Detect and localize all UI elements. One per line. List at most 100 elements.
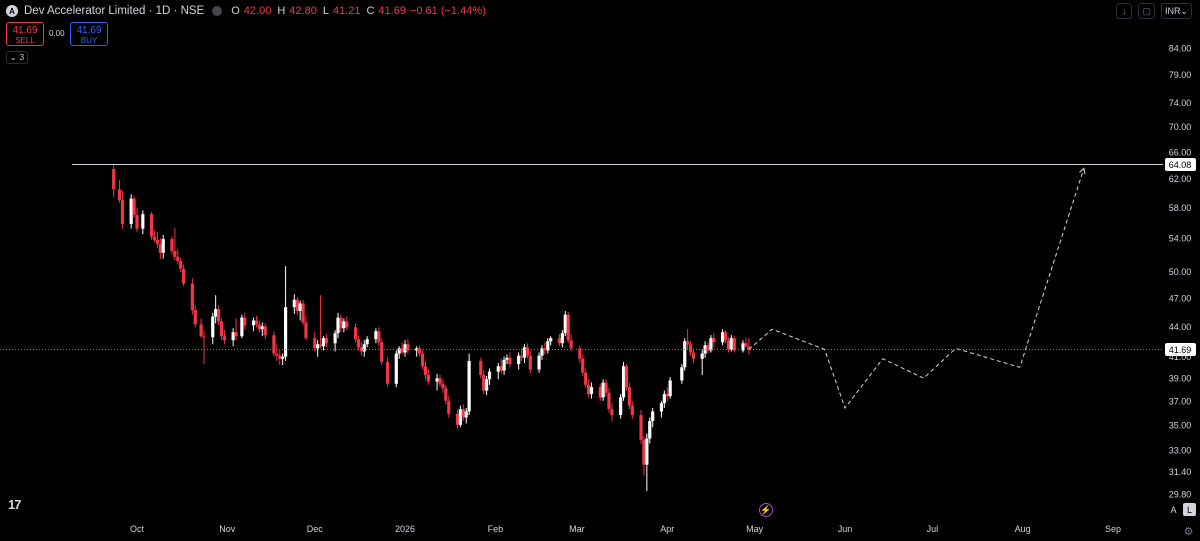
sell-label: SELL bbox=[15, 36, 35, 45]
candle bbox=[211, 312, 215, 345]
market-status-icon[interactable] bbox=[212, 6, 223, 16]
candle bbox=[496, 363, 500, 380]
candle-body bbox=[222, 336, 227, 341]
candle-body bbox=[723, 332, 728, 341]
candle-body bbox=[336, 317, 340, 334]
candle-body bbox=[112, 169, 116, 190]
screenshot-icon[interactable]: ▢ bbox=[1138, 3, 1155, 19]
candle-body bbox=[179, 261, 183, 269]
candle bbox=[741, 340, 745, 353]
candle bbox=[639, 410, 643, 444]
candle-body bbox=[581, 358, 585, 373]
candle bbox=[176, 249, 180, 265]
log-scale-button[interactable]: L bbox=[1183, 503, 1196, 516]
candle bbox=[283, 266, 288, 361]
candle bbox=[193, 305, 197, 328]
candle bbox=[627, 382, 631, 410]
candle-body bbox=[353, 327, 358, 340]
indicators-toggle[interactable]: ⌄ 3 bbox=[6, 51, 28, 64]
y-tick-label: 41.00 bbox=[1169, 352, 1192, 362]
candle bbox=[263, 323, 267, 340]
price-chart[interactable]: 64.0841.69 84.0079.0074.0070.0066.0062.0… bbox=[0, 0, 1200, 541]
candle bbox=[444, 384, 448, 405]
candle-body bbox=[214, 309, 218, 317]
candle bbox=[723, 330, 728, 344]
candle-body bbox=[642, 439, 646, 465]
candle-body bbox=[598, 387, 602, 398]
candle-body bbox=[458, 409, 462, 425]
candle-body bbox=[158, 243, 162, 253]
sell-price: 41.69 bbox=[12, 25, 38, 36]
x-tick-label: May bbox=[746, 524, 764, 534]
candle bbox=[336, 312, 340, 339]
candle-body bbox=[272, 335, 276, 354]
auto-scale-button[interactable]: A bbox=[1167, 503, 1180, 516]
candle-body bbox=[281, 356, 285, 359]
candle-body bbox=[313, 338, 317, 349]
candle-body bbox=[135, 214, 139, 229]
lightning-icon[interactable]: ⚡ bbox=[759, 503, 773, 517]
projection-line[interactable] bbox=[748, 168, 1085, 409]
candle-body bbox=[522, 347, 527, 358]
candle bbox=[199, 318, 203, 339]
x-tick-label: Jul bbox=[927, 524, 939, 534]
candle-body bbox=[560, 333, 564, 344]
candle-body bbox=[648, 421, 652, 439]
candle-body bbox=[193, 309, 197, 325]
y-tick-label: 54.00 bbox=[1169, 234, 1192, 244]
currency-selector[interactable]: INR ⌄ bbox=[1160, 3, 1192, 19]
x-tick-label: Feb bbox=[488, 524, 504, 534]
candle bbox=[254, 315, 259, 328]
settings-gear-icon[interactable]: ⚙ bbox=[1182, 525, 1195, 538]
x-tick-label: Aug bbox=[1015, 524, 1031, 534]
candle-body bbox=[528, 355, 532, 370]
candle bbox=[420, 350, 425, 370]
tradingview-logo-icon[interactable]: 17 bbox=[8, 497, 22, 512]
candle bbox=[356, 335, 361, 351]
candle-body bbox=[438, 378, 442, 384]
candle bbox=[485, 376, 489, 396]
candle bbox=[234, 318, 238, 341]
down-arrow-icon[interactable]: ↓ bbox=[1116, 3, 1133, 19]
y-tick-label: 50.00 bbox=[1169, 267, 1192, 277]
candle bbox=[415, 346, 419, 357]
candle bbox=[645, 433, 649, 492]
candle-body bbox=[400, 348, 404, 353]
candle bbox=[502, 356, 506, 375]
candle bbox=[601, 379, 605, 401]
candle-body bbox=[624, 366, 629, 388]
candle bbox=[161, 234, 165, 259]
candle-body bbox=[231, 332, 235, 341]
candle bbox=[400, 342, 404, 355]
candle-body bbox=[155, 239, 159, 244]
sell-button[interactable]: 41.69 SELL bbox=[6, 22, 44, 46]
time-axis: Oct Nov Dec 2026 Feb Mar Apr May Jun Jul Aug Sep bbox=[130, 524, 1121, 534]
candle-body bbox=[496, 366, 500, 372]
candle-body bbox=[423, 366, 428, 375]
candle bbox=[744, 338, 748, 348]
x-tick-label: Mar bbox=[569, 524, 585, 534]
symbol-logo-icon: A bbox=[6, 5, 18, 17]
candle bbox=[301, 299, 305, 326]
candle-body bbox=[161, 238, 165, 253]
candle bbox=[298, 300, 302, 321]
candle bbox=[549, 336, 553, 346]
candle-body bbox=[645, 438, 649, 465]
high-value: 42.80 bbox=[289, 5, 317, 17]
y-tick-label: 74.00 bbox=[1169, 98, 1192, 108]
candle-body bbox=[173, 251, 177, 257]
candle bbox=[557, 334, 562, 347]
y-tick-label: 44.00 bbox=[1169, 322, 1192, 332]
candle-body bbox=[301, 303, 305, 323]
candle-body bbox=[380, 342, 384, 362]
candle bbox=[706, 342, 710, 354]
candle-body bbox=[120, 200, 125, 225]
candle-body bbox=[691, 352, 696, 359]
candle bbox=[257, 320, 261, 333]
buy-button[interactable]: 41.69 BUY bbox=[70, 22, 108, 46]
candle-body bbox=[627, 387, 631, 406]
candle bbox=[202, 330, 206, 365]
candle bbox=[537, 352, 541, 373]
y-tick-label: 35.00 bbox=[1169, 420, 1192, 430]
symbol-title[interactable]: Dev Accelerator Limited · 1D · NSE bbox=[24, 5, 204, 17]
